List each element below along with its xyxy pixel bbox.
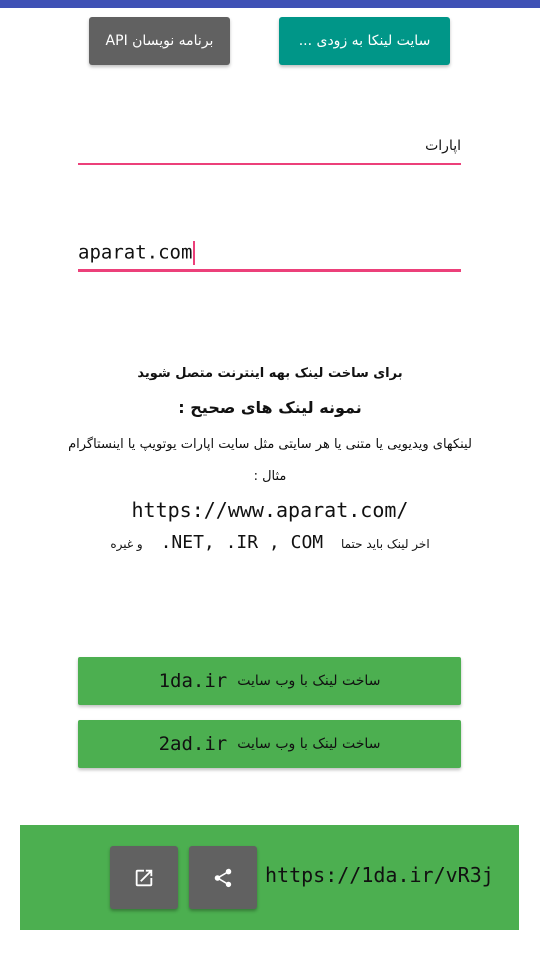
make-link-label: ساخت لینک با وب سایت [237, 673, 381, 689]
extension-note: اخر لینک باید حتما .NET, .IR , COM و غیر… [0, 532, 540, 553]
api-developers-label: برنامه نویسان API [105, 33, 214, 49]
extension-note-prefix: اخر لینک باید حتما [340, 537, 430, 551]
name-input[interactable]: اپارات [78, 130, 461, 165]
make-link-1da-button[interactable]: ساخت لینک با وب سایت 1da.ir [78, 657, 461, 705]
example-label: مثال : [253, 469, 287, 484]
app-top-bar [0, 0, 540, 8]
link-types-description: لینکهای ویدیویی یا متنی یا هر سایتی مثل … [68, 437, 472, 452]
result-link[interactable]: https://1da.ir/vR3j [265, 863, 494, 887]
text-cursor [193, 241, 196, 265]
extension-list: .NET, .IR , COM [160, 532, 324, 553]
make-link-2ad-button[interactable]: ساخت لینک با وب سایت 2ad.ir [78, 720, 461, 768]
coming-soon-site-button[interactable]: سایت لینکا به زودی ... [279, 17, 450, 65]
share-icon [214, 868, 232, 887]
site-name: 2ad.ir [158, 733, 228, 755]
example-url: https://www.aparat.com/ [131, 498, 409, 522]
open-link-button[interactable] [110, 846, 178, 909]
make-link-label: ساخت لینک با وب سایت [237, 736, 381, 752]
coming-soon-label: سایت لینکا به زودی ... [298, 33, 431, 49]
result-panel: https://1da.ir/vR3j [20, 825, 519, 930]
internet-notice: برای ساخت لینک بهه اینترنت متصل شوید [137, 366, 403, 381]
api-developers-button[interactable]: برنامه نویسان API [89, 17, 230, 65]
open-external-icon [135, 869, 153, 886]
url-input[interactable]: aparat.com [78, 236, 461, 272]
valid-links-heading: نمونه لینک های صحیح : [178, 398, 362, 417]
site-name: 1da.ir [158, 670, 228, 692]
extension-note-suffix: و غیره [110, 537, 143, 551]
url-input-value: aparat.com [78, 241, 193, 264]
share-button[interactable] [189, 846, 257, 909]
name-input-value: اپارات [425, 138, 461, 154]
